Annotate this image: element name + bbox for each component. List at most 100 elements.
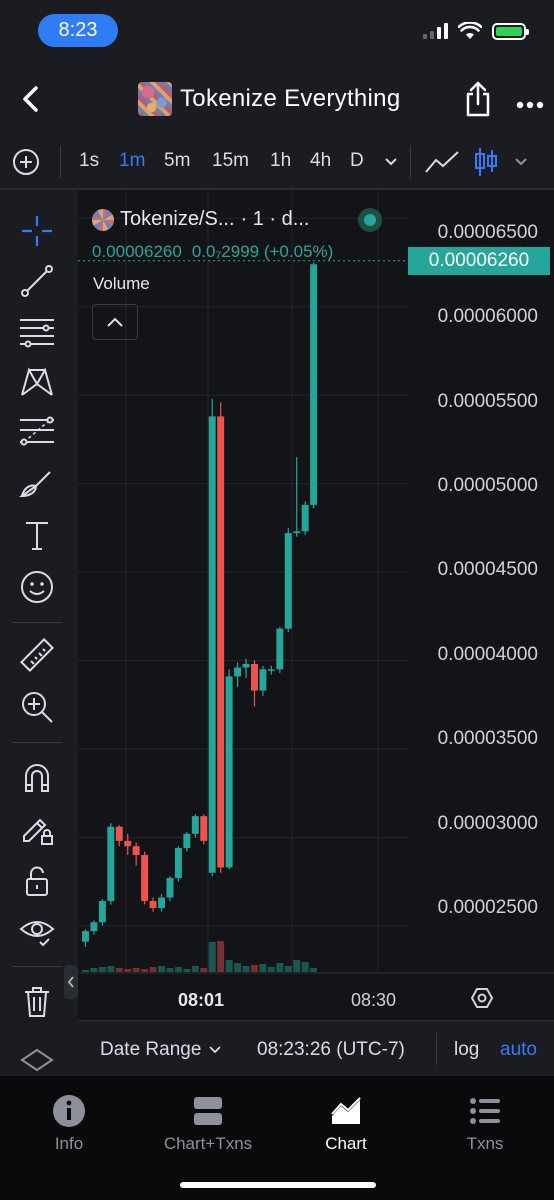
brush-tool[interactable] xyxy=(18,464,56,502)
cellular-signal-icon xyxy=(423,23,448,39)
line-chart-icon xyxy=(425,151,459,173)
list-icon xyxy=(470,1098,500,1124)
chevron-left-icon xyxy=(23,86,38,112)
toolbar-divider xyxy=(60,146,61,178)
timeframe-1m[interactable]: 1m xyxy=(119,150,145,172)
collapse-tools-handle[interactable] xyxy=(64,965,78,999)
candle-body xyxy=(217,416,225,868)
legend-symbol: Tokenize/S... xyxy=(120,208,235,230)
ruler-tool[interactable] xyxy=(18,636,56,674)
trend-line-tool[interactable] xyxy=(18,262,56,300)
drawing-tools-panel xyxy=(0,190,78,1076)
candle-body xyxy=(82,931,89,942)
tab-chart-txns[interactable]: Chart+Txns xyxy=(148,1094,268,1154)
magnet-icon xyxy=(25,764,49,792)
pattern-tool[interactable] xyxy=(18,362,56,400)
horizontal-lines-tool[interactable] xyxy=(18,312,56,350)
timeframe-1s[interactable]: 1s xyxy=(79,150,99,172)
back-button[interactable] xyxy=(16,82,44,116)
volume-bar xyxy=(301,962,309,972)
price-chart[interactable]: Tokenize/S... · 1 · d... 0.00006260 0.0₇… xyxy=(78,190,554,1076)
pattern-icon xyxy=(21,367,53,396)
volume-bar xyxy=(115,968,123,972)
timeframe-4h[interactable]: 4h xyxy=(310,150,331,172)
ruler-icon xyxy=(20,638,54,672)
share-button[interactable] xyxy=(462,80,494,118)
candle-body xyxy=(158,897,165,909)
tab-chart[interactable]: Chart xyxy=(286,1094,406,1154)
timeframe-dropdown[interactable] xyxy=(384,154,398,172)
volume-bar xyxy=(293,960,301,972)
volume-bar xyxy=(149,967,157,972)
candle-body xyxy=(191,816,199,834)
timeframe-d[interactable]: D xyxy=(350,150,364,172)
timezone-clock[interactable]: 08:23:26 (UTC-7) xyxy=(257,1039,405,1061)
status-icons xyxy=(423,22,529,40)
chart-legend: Tokenize/S... · 1 · d... xyxy=(92,208,309,231)
status-bar: 8:23 xyxy=(0,0,554,62)
candle-body xyxy=(267,669,275,671)
candle-body xyxy=(183,833,191,848)
layers-tool[interactable] xyxy=(18,1046,56,1076)
date-range-bar: Date Range 08:23:26 (UTC-7) log auto xyxy=(78,1020,554,1076)
tools-divider xyxy=(12,622,62,623)
crosshair-tool[interactable] xyxy=(18,212,56,250)
volume-bar xyxy=(200,968,208,972)
candle-body xyxy=(234,667,242,677)
date-range-button[interactable]: Date Range xyxy=(100,1039,222,1061)
home-indicator xyxy=(180,1182,376,1188)
eye-icon xyxy=(19,921,55,947)
magnet-tool[interactable] xyxy=(18,758,56,796)
text-tool[interactable] xyxy=(18,516,56,554)
tab-txns-label: Txns xyxy=(466,1134,504,1153)
y-tick-label: 0.00006500 xyxy=(437,222,538,243)
candle-body xyxy=(107,826,115,902)
date-range-label: Date Range xyxy=(100,1039,202,1060)
share-icon xyxy=(466,81,490,117)
tools-divider xyxy=(12,966,62,967)
add-indicator-button[interactable] xyxy=(12,148,40,181)
zoom-in-tool[interactable] xyxy=(18,688,56,726)
volume-bar xyxy=(166,968,174,972)
candlestick-button[interactable] xyxy=(474,146,498,183)
timeframe-15m[interactable]: 15m xyxy=(212,150,249,172)
more-horizontal-icon xyxy=(516,101,544,109)
y-tick-label: 0.00003500 xyxy=(437,728,538,749)
candle-body xyxy=(124,840,132,847)
line-chart-button[interactable] xyxy=(424,148,460,181)
delete-drawings-tool[interactable] xyxy=(18,982,56,1020)
y-tick-label: 0.00004500 xyxy=(437,559,538,580)
trash-icon xyxy=(25,987,49,1017)
volume-bar xyxy=(225,960,233,972)
timeframe-1h[interactable]: 1h xyxy=(270,150,291,172)
collapse-legend-button[interactable] xyxy=(92,304,138,340)
emoji-icon xyxy=(21,571,53,603)
volume-bar xyxy=(284,966,292,972)
fib-tool[interactable] xyxy=(18,412,56,450)
log-scale-toggle[interactable]: log xyxy=(454,1039,479,1061)
tab-txns[interactable]: Txns xyxy=(425,1094,545,1154)
chart-toolbar: 1s 1m 5m 15m 1h 4h D xyxy=(0,134,554,190)
page-title-group: Tokenize Everything xyxy=(138,82,400,116)
timeframe-5m[interactable]: 5m xyxy=(164,150,190,172)
auto-scale-toggle[interactable]: auto xyxy=(500,1039,537,1061)
candlestick-icon xyxy=(475,148,497,176)
candle-body xyxy=(301,504,309,532)
x-tick-label: 08:01 xyxy=(178,990,225,1010)
candle-body xyxy=(149,901,157,909)
tab-info[interactable]: Info xyxy=(9,1094,129,1154)
volume-bar xyxy=(98,967,106,972)
unlock-tool[interactable] xyxy=(18,862,56,900)
chart-type-dropdown[interactable] xyxy=(514,154,528,172)
more-options-button[interactable] xyxy=(516,96,544,109)
chevron-up-icon xyxy=(107,317,123,327)
volume-bar xyxy=(251,965,258,972)
visibility-tool[interactable] xyxy=(18,912,56,950)
emoji-tool[interactable] xyxy=(18,568,56,606)
chart-settings-button[interactable] xyxy=(470,986,494,1015)
lock-drawings-tool[interactable] xyxy=(18,810,56,848)
volume-bar xyxy=(124,969,132,972)
y-tick-label: 0.00004000 xyxy=(437,644,538,665)
info-icon xyxy=(53,1095,85,1127)
candle-body xyxy=(310,264,318,505)
